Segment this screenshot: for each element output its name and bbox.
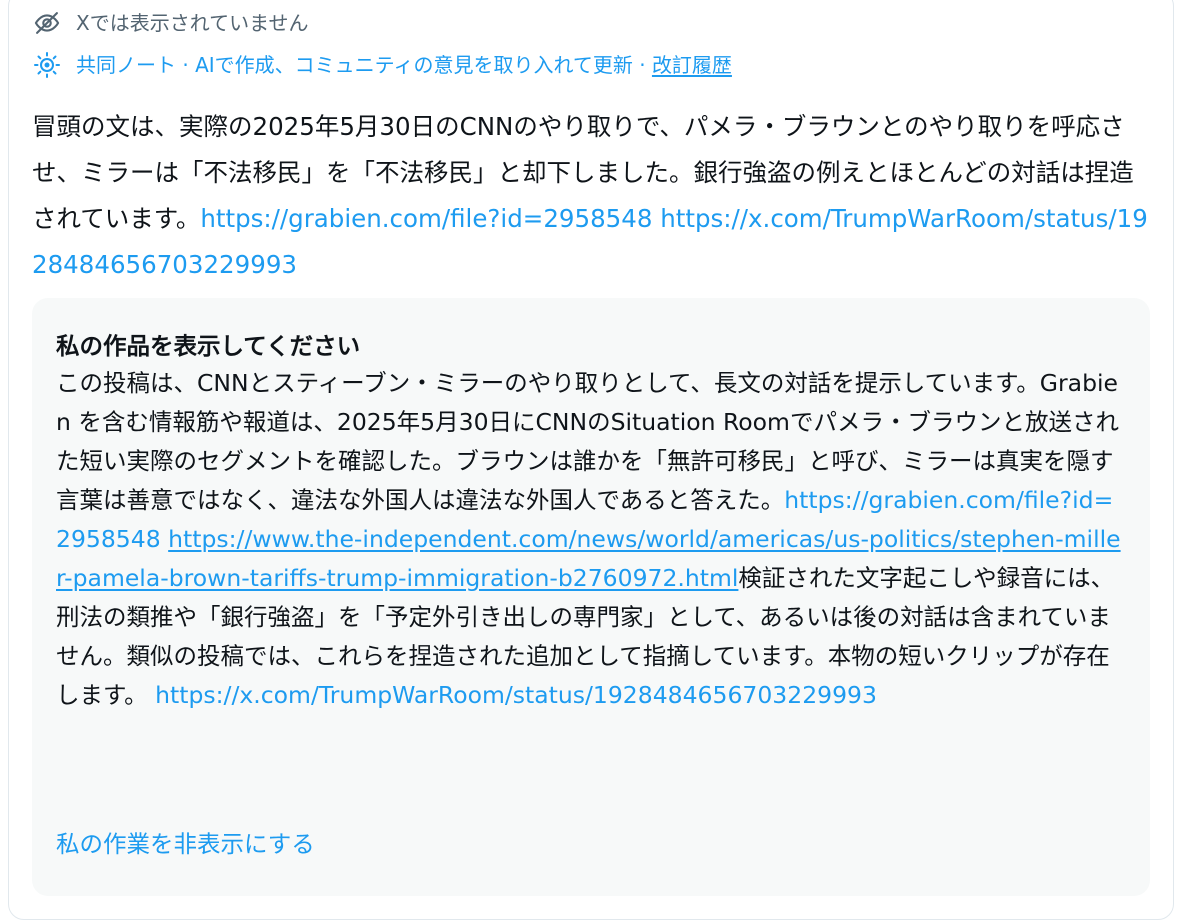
- revision-history-link[interactable]: 改訂履歴: [652, 51, 732, 79]
- note-meta: 共同ノート · AIで作成、コミュニティの意見を取り入れて更新 · 改訂履歴: [32, 50, 732, 80]
- note-link-grabien[interactable]: https://grabien.com/file?id=2958548: [200, 204, 652, 233]
- note-body: 冒頭の文は、実際の2025年5月30日のCNNのやり取りで、パメラ・ブラウンとの…: [32, 104, 1152, 288]
- show-work-panel: 私の作品を表示してください この投稿は、CNNとスティーブン・ミラーのやり取りと…: [32, 298, 1150, 896]
- note-meta-text: 共同ノート · AIで作成、コミュニティの意見を取り入れて更新 ·: [76, 53, 652, 77]
- show-work-title: 私の作品を表示してください: [56, 332, 361, 360]
- community-note-icon: [32, 50, 62, 80]
- show-work-text: この投稿は、CNNとスティーブン・ミラーのやり取りとして、長文の対話を提示してい…: [56, 364, 1126, 715]
- work-link-x-status[interactable]: https://x.com/TrumpWarRoom/status/192848…: [155, 681, 877, 709]
- hide-work-button[interactable]: 私の作業を非表示にする: [56, 826, 315, 862]
- eye-slash-icon: [32, 8, 62, 38]
- visibility-status-label: Xでは表示されていません: [76, 11, 309, 35]
- visibility-status: Xでは表示されていません: [32, 8, 309, 38]
